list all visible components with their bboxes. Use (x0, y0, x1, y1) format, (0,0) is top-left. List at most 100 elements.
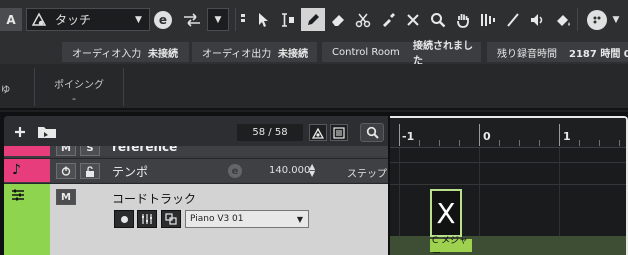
chord-lane[interactable] (390, 236, 626, 255)
ruler-minor-tick (579, 140, 580, 146)
scrub-tool[interactable] (526, 8, 550, 31)
lane-separator (390, 162, 626, 163)
autoscroll-dropdown[interactable]: ▼ (207, 8, 229, 31)
mute-button[interactable]: M (56, 146, 76, 156)
toolbar-separator (577, 8, 578, 31)
track-chord[interactable]: M コードトラック Piano V3 01 ▼ (4, 183, 388, 255)
chevron-down-icon: ▼ (214, 14, 222, 25)
autoscroll-icon (184, 12, 200, 27)
record-dot-icon (120, 215, 128, 223)
play-hand-tool[interactable] (451, 8, 475, 31)
split-tool[interactable] (351, 8, 375, 31)
object-select-tool[interactable] (251, 8, 275, 31)
plus-icon (15, 127, 25, 137)
track-list: 58 / 58 M S reference ♪ テンポ e 140.000 ▲ … (4, 116, 388, 255)
draw-tool[interactable] (301, 8, 325, 31)
chevron-down-icon: ▼ (612, 14, 620, 25)
arrangement-area[interactable]: -1 0 1 X C メジャー (390, 116, 628, 255)
tempo-edit-icon[interactable]: e (228, 164, 242, 178)
tempo-power-button[interactable] (56, 163, 76, 179)
track-color-strip: ♪ (4, 159, 50, 182)
position-value[interactable]: - (72, 92, 76, 105)
track-name: reference (112, 146, 178, 154)
glue-tool[interactable] (376, 8, 400, 31)
constrain-a-button[interactable]: A (0, 8, 22, 31)
chord-assistant-button[interactable] (161, 210, 181, 228)
ruler-minor-tick (499, 140, 500, 146)
a-label: A (6, 12, 16, 27)
preset-label: Piano V3 01 (190, 214, 244, 224)
tempo-mode[interactable]: ステップ (347, 165, 387, 180)
track-visibility-button[interactable] (309, 124, 327, 141)
track-color-strip (4, 184, 50, 255)
track-name: コードトラック (112, 192, 197, 206)
ruler-minor-tick (599, 140, 600, 146)
status-line: オーディオ入力 未接続 オーディオ出力 未接続 Control Room 接続さ… (0, 40, 628, 67)
edit-e-button[interactable]: e (152, 8, 174, 31)
erase-tool[interactable] (326, 8, 350, 31)
snap-color-button[interactable]: ▼ (580, 8, 626, 31)
chord-name-label[interactable]: C メジャー (430, 236, 472, 255)
track-list-header: 58 / 58 (4, 116, 388, 146)
track-name: テンポ (112, 165, 149, 179)
lock-icon (86, 165, 94, 177)
search-icon (366, 126, 379, 139)
chord-track-icon (12, 189, 24, 201)
zoom-tool[interactable] (426, 8, 450, 31)
chord-event[interactable]: X (430, 189, 462, 237)
range-select-icon (282, 12, 294, 27)
track-tempo[interactable]: ♪ テンポ e 140.000 ▲ ▼ ステップ (4, 158, 388, 182)
status-label: オーディオ出力 (202, 48, 272, 60)
record-button[interactable] (114, 210, 134, 228)
ruler[interactable]: -1 0 1 (390, 118, 626, 148)
ruler-tick (559, 124, 560, 146)
autoscroll-button[interactable] (179, 8, 205, 31)
tempo-stepper-icon[interactable]: ▲ ▼ (309, 163, 315, 178)
palette-icon (586, 9, 607, 30)
toolbar-handle[interactable] (238, 8, 248, 31)
track-counter-value: 58 / 58 (252, 127, 288, 138)
control-room-status[interactable]: Control Room 接続されました (322, 41, 481, 67)
visibility-icon (312, 127, 324, 139)
instrument-preset-select[interactable]: Piano V3 01 ▼ (185, 210, 309, 228)
e-icon: e (154, 10, 172, 29)
mute-button[interactable]: M (56, 189, 76, 205)
chord-editor-button[interactable] (137, 210, 157, 228)
lane-separator (390, 184, 626, 185)
comp-bars-icon (481, 13, 495, 26)
track-reference[interactable]: M S reference (4, 146, 388, 156)
chord-name: C メジャー (432, 235, 468, 255)
touch-mode-select[interactable]: タッチ ▼ (26, 8, 150, 31)
audio-input-status[interactable]: オーディオ入力 未接続 (62, 42, 189, 62)
line-tool[interactable] (501, 8, 525, 31)
mute-tool[interactable] (401, 8, 425, 31)
ruler-label: -1 (402, 130, 415, 143)
status-label: 残り録音時間 (497, 48, 557, 60)
hand-icon (457, 13, 469, 28)
status-value: 未接続 (278, 48, 308, 60)
ruler-label: 1 (563, 130, 571, 143)
project-window: 58 / 58 M S reference ♪ テンポ e 140.000 ▲ … (0, 112, 628, 255)
chord-symbol: X (436, 196, 456, 230)
range-select-tool[interactable] (276, 8, 300, 31)
track-list-menu-button[interactable] (330, 124, 348, 141)
track-presets-button[interactable] (34, 122, 60, 142)
solo-button[interactable]: S (80, 146, 100, 156)
record-time-status[interactable]: 残り録音時間 2187 時間 05 (487, 42, 628, 62)
track-search-button[interactable] (360, 123, 384, 142)
comp-tool[interactable] (476, 8, 500, 31)
grip-icon (241, 13, 245, 22)
add-track-button[interactable] (10, 122, 30, 142)
color-tool[interactable] (551, 8, 575, 31)
ruler-minor-tick (619, 140, 620, 146)
ruler-minor-tick (419, 140, 420, 146)
ruler-tick (399, 124, 400, 146)
scissors-icon (355, 13, 371, 27)
status-label: Control Room (332, 46, 400, 58)
tempo-value[interactable]: 140.000 (269, 165, 310, 176)
tempo-lock-button[interactable] (80, 163, 100, 179)
audio-output-status[interactable]: オーディオ出力 未接続 (192, 42, 317, 62)
touch-mode-label: タッチ (55, 13, 92, 27)
info-fragment: ゅ (0, 82, 11, 95)
line-icon (507, 12, 519, 27)
